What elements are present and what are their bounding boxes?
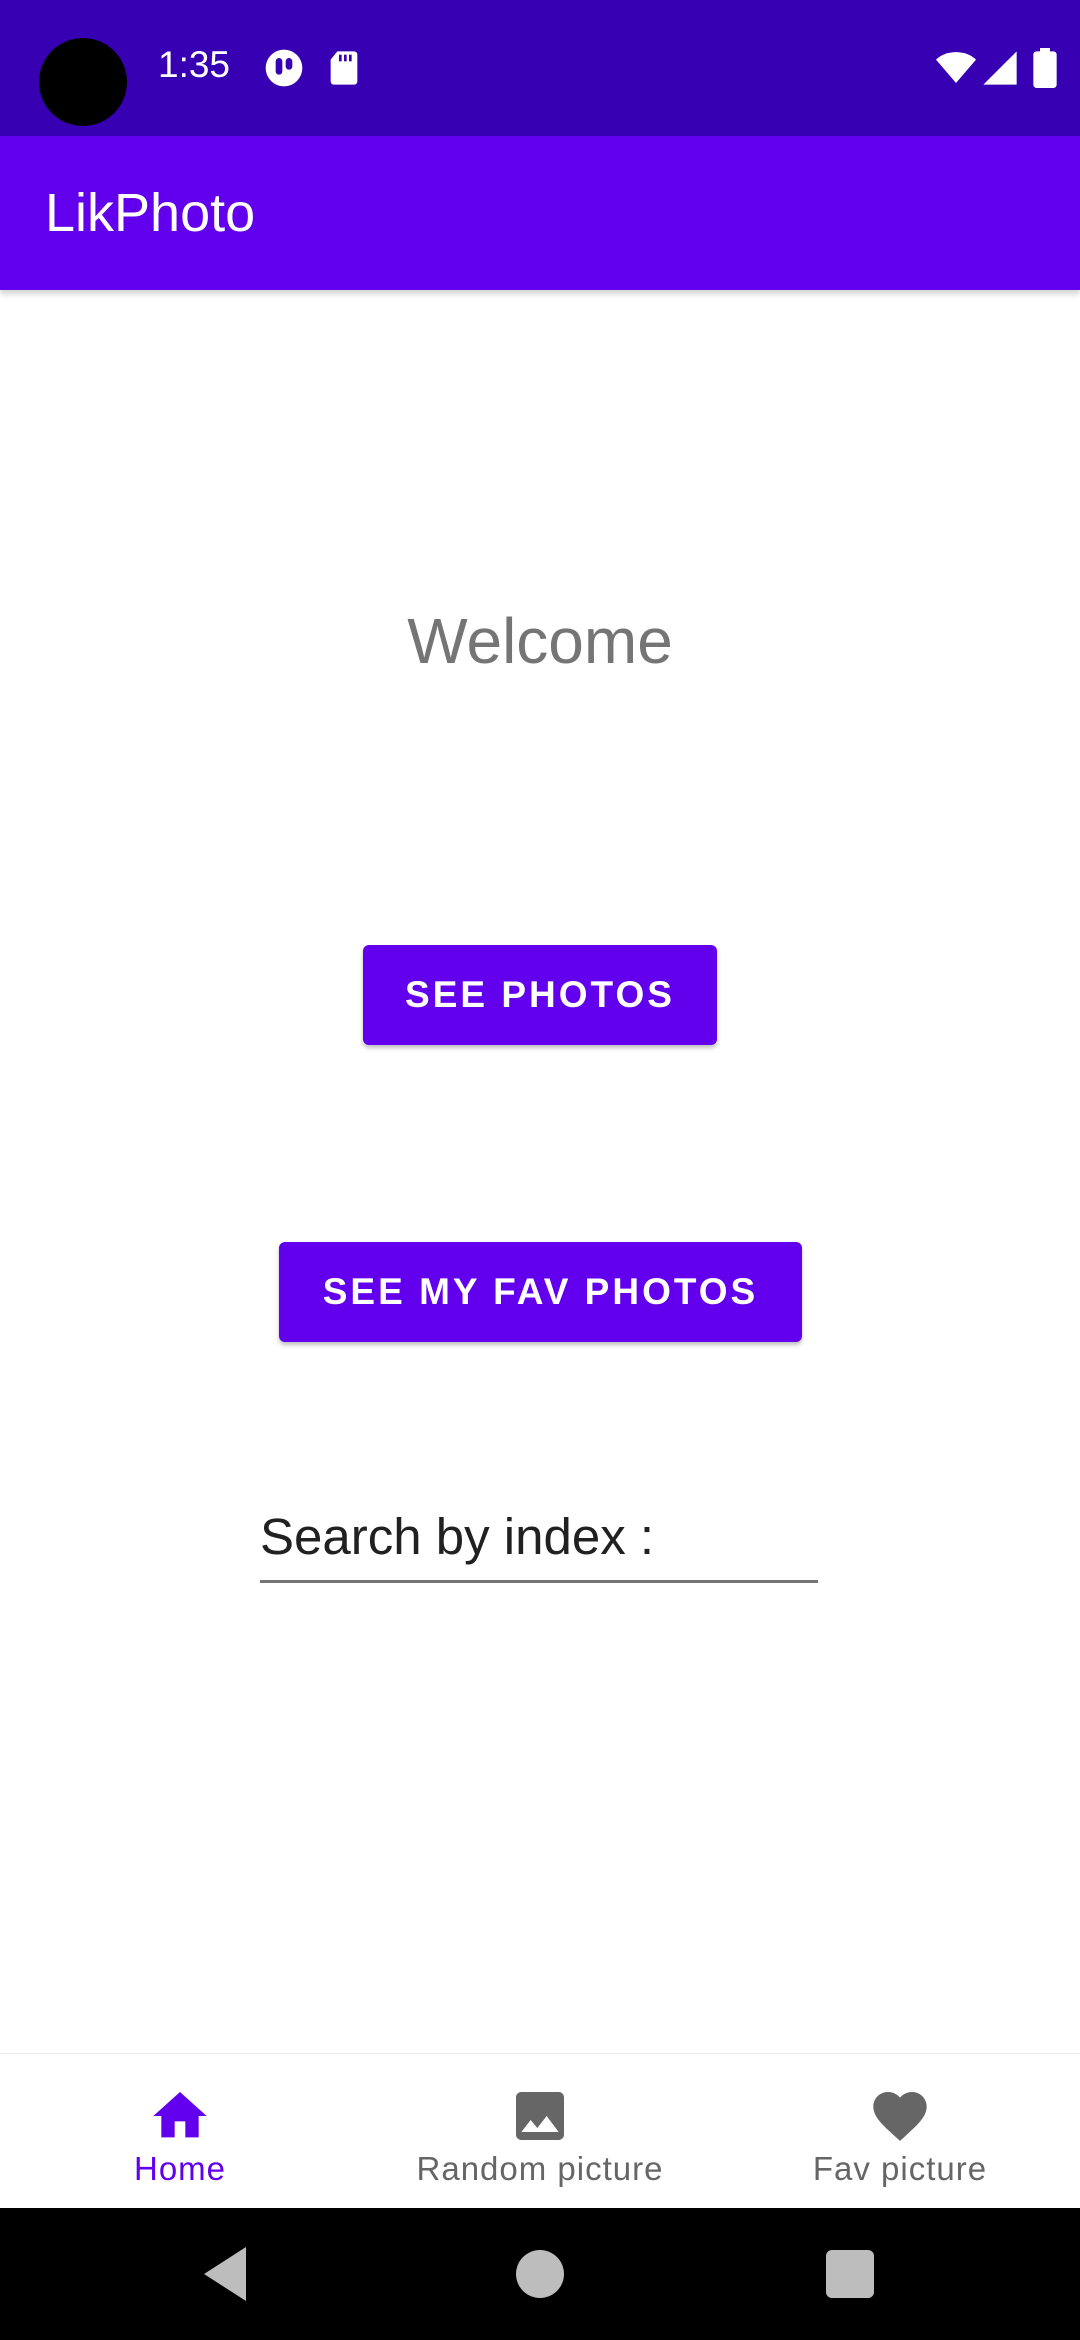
welcome-text: Welcome [407, 605, 673, 677]
notification-app-icon [265, 49, 303, 87]
nav-item-random-picture[interactable]: Random picture [360, 2054, 720, 2209]
camera-cutout [39, 38, 127, 126]
nav-item-fav-picture[interactable]: Fav picture [720, 2054, 1080, 2209]
back-icon[interactable] [192, 2238, 264, 2310]
nav-item-home[interactable]: Home [0, 2054, 360, 2209]
nav-label-home: Home [133, 2150, 227, 2187]
battery-icon [1033, 48, 1057, 88]
home-icon [153, 2092, 207, 2138]
app-title: LikPhoto [45, 183, 256, 243]
see-photos-button[interactable]: SEE PHOTOS [363, 945, 717, 1045]
status-time: 1:35 [158, 44, 231, 85]
search-input[interactable] [260, 1500, 818, 1572]
bottom-navigation: Home Random picture Fav picture [0, 2053, 1080, 2209]
signal-icon [983, 51, 1017, 85]
sd-card-icon [330, 51, 358, 85]
wifi-icon [936, 52, 976, 83]
home-circle-icon[interactable] [504, 2238, 576, 2310]
nav-label-random-picture: Random picture [416, 2150, 664, 2187]
heart-icon [873, 2092, 927, 2141]
see-fav-photos-button[interactable]: SEE MY FAV PHOTOS [279, 1242, 802, 1342]
nav-label-fav-picture: Fav picture [812, 2150, 988, 2187]
app-bar: LikPhoto [0, 136, 1080, 290]
system-navigation-bar [0, 2208, 1080, 2340]
image-icon [516, 2092, 564, 2140]
status-bar: 1:35 [0, 0, 1080, 136]
search-field [260, 1500, 818, 1583]
recents-icon[interactable] [814, 2238, 886, 2310]
